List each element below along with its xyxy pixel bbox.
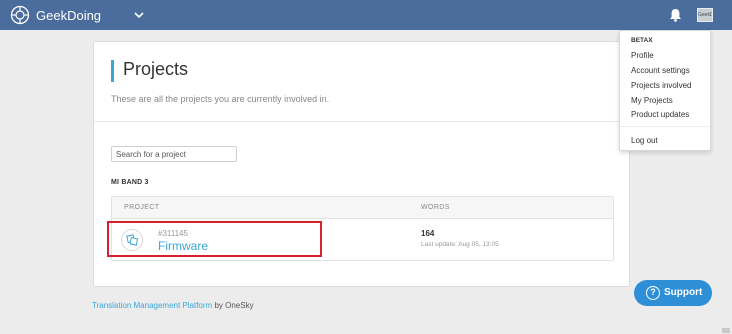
word-count: 164 xyxy=(421,229,435,238)
translate-icon[interactable] xyxy=(121,229,143,251)
column-header-words: WORDS xyxy=(421,204,450,211)
project-name-link[interactable]: Firmware xyxy=(158,239,208,253)
table-header: PROJECT WORDS xyxy=(112,197,613,219)
dropdown-header: BETAX xyxy=(631,37,653,44)
footer-link[interactable]: Translation Management Platform xyxy=(92,301,212,310)
menu-item-profile[interactable]: Profile xyxy=(631,51,654,60)
brand-name[interactable]: GeekDoing xyxy=(36,8,101,23)
column-header-project: PROJECT xyxy=(124,204,160,211)
projects-card: Projects These are all the projects you … xyxy=(93,41,630,287)
menu-item-account-settings[interactable]: Account settings xyxy=(631,66,690,75)
support-label: Support xyxy=(664,287,703,298)
projects-table: PROJECT WORDS #311145 Firmware 164 Last … xyxy=(107,196,614,261)
corner-widget xyxy=(722,328,730,333)
menu-item-projects-involved[interactable]: Projects involved xyxy=(631,81,691,90)
dropdown-divider xyxy=(620,126,710,127)
geekdoing-logo-icon[interactable] xyxy=(10,5,30,25)
user-dropdown-menu: BETAX Profile Account settings Projects … xyxy=(619,30,711,151)
project-group-title: MI BAND 3 xyxy=(111,179,149,186)
last-update: Last update: Aug 05, 13:05 xyxy=(421,241,499,248)
question-circle-icon: ? xyxy=(646,286,660,300)
project-search-input[interactable] xyxy=(111,146,237,162)
menu-item-my-projects[interactable]: My Projects xyxy=(631,96,673,105)
footer-suffix: by OneSky xyxy=(214,301,254,310)
footer: Translation Management Platform by OneSk… xyxy=(92,301,254,310)
menu-item-product-updates[interactable]: Product updates xyxy=(631,110,689,119)
divider xyxy=(94,121,629,122)
page-subtitle: These are all the projects you are curre… xyxy=(111,94,330,104)
bell-icon[interactable] xyxy=(669,8,682,22)
project-id: #311145 xyxy=(158,229,188,238)
support-button[interactable]: ? Support xyxy=(634,280,712,306)
menu-item-log-out[interactable]: Log out xyxy=(631,136,658,145)
chevron-down-icon[interactable] xyxy=(133,10,145,20)
title-accent-bar xyxy=(111,60,114,82)
table-row[interactable]: #311145 Firmware 164 Last update: Aug 05… xyxy=(107,220,613,260)
page-title: Projects xyxy=(123,59,189,79)
top-navigation-bar: GeekDoing GeekDoing xyxy=(0,0,732,30)
user-avatar[interactable]: GeekDoing xyxy=(697,8,713,22)
